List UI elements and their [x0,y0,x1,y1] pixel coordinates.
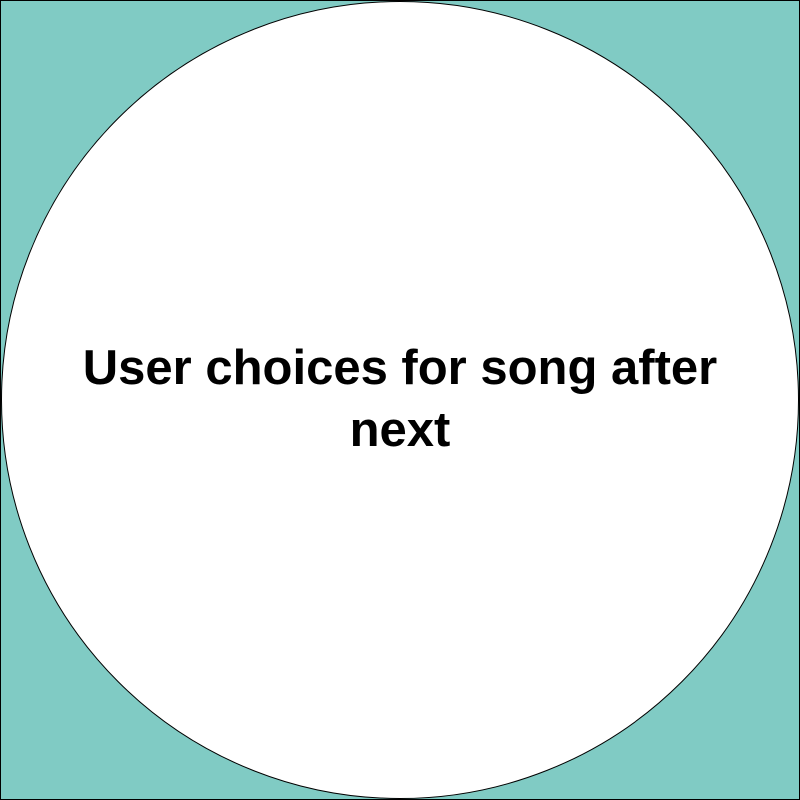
diagram-canvas: User choices for song after next [0,0,800,800]
node-label: User choices for song after next [82,341,718,457]
circle-node[interactable]: User choices for song after next [1,1,799,799]
